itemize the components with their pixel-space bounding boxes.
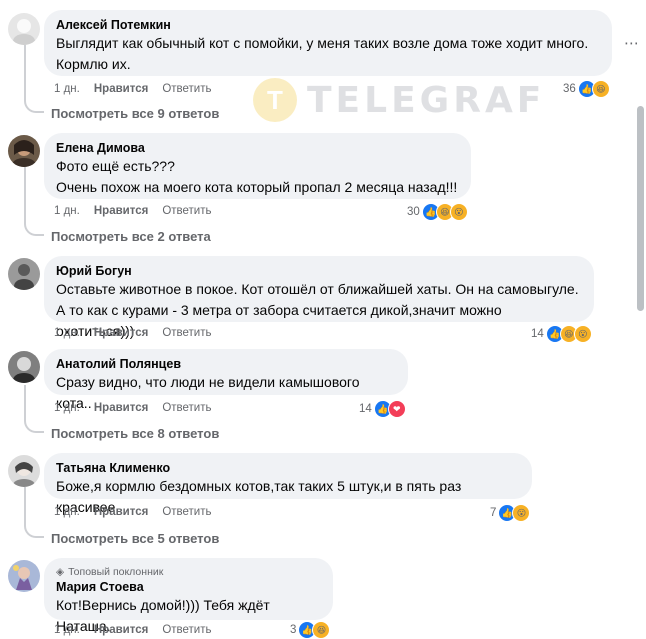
comment-time[interactable]: 1 дн.	[54, 205, 80, 217]
reply-button[interactable]: Ответить	[162, 506, 211, 518]
avatar[interactable]	[8, 351, 40, 383]
reactions-count: 30	[407, 206, 420, 218]
comment-text: Фото ещё есть??? Очень похож на моего ко…	[56, 158, 458, 195]
like-button[interactable]: Нравится	[94, 83, 148, 95]
avatar[interactable]	[8, 455, 40, 487]
reactions[interactable]: 7 👍 😮	[490, 504, 531, 522]
thread-line	[24, 167, 26, 222]
comment-bubble: ◈ Топовый поклонник Мария Стоева Кот!Вер…	[44, 558, 333, 634]
thread-line	[24, 44, 26, 100]
thread-elbow	[24, 222, 44, 236]
reactions[interactable]: 14 👍 ❤	[359, 400, 406, 418]
comment-author[interactable]: Юрий Богун	[56, 263, 582, 279]
avatar[interactable]	[8, 135, 40, 167]
comment-time[interactable]: 1 дн.	[54, 327, 80, 339]
thread-elbow	[24, 419, 44, 433]
haha-icon: 😆	[591, 80, 610, 98]
comment-time[interactable]: 1 дн.	[54, 624, 80, 636]
like-button[interactable]: Нравится	[94, 205, 148, 217]
reactions[interactable]: 36 👍 😆	[563, 80, 610, 98]
watermark-text: TELEGRAF	[307, 79, 546, 121]
wow-icon: 😮	[449, 203, 468, 221]
like-button[interactable]: Нравится	[94, 624, 148, 636]
avatar[interactable]	[8, 258, 40, 290]
top-fan-label: Топовый поклонник	[68, 566, 164, 578]
reply-button[interactable]: Ответить	[162, 205, 211, 217]
reactions[interactable]: 3 👍 😆	[290, 621, 331, 639]
comment-bubble: Татьяна Клименко Боже,я кормлю бездомных…	[44, 453, 532, 515]
thread-elbow	[24, 524, 44, 538]
comment-time[interactable]: 1 дн.	[54, 402, 80, 414]
comment-author[interactable]: Алексей Потемкин	[56, 17, 600, 33]
like-button[interactable]: Нравится	[94, 402, 148, 414]
like-button[interactable]: Нравится	[94, 327, 148, 339]
comment-actions: 1 дн. Нравится Ответить	[54, 506, 225, 518]
reply-button[interactable]: Ответить	[162, 327, 211, 339]
thread-line	[24, 487, 26, 524]
reactions-count: 36	[563, 83, 576, 95]
comment-actions: 1 дн. Нравится Ответить	[54, 83, 225, 95]
watermark: T TELEGRAF	[253, 78, 545, 122]
like-button[interactable]: Нравится	[94, 506, 148, 518]
reactions-count: 3	[290, 624, 297, 636]
avatar[interactable]	[8, 560, 40, 592]
thread-line	[24, 385, 26, 419]
comment-text: Выглядит как обычный кот с помойки, у ме…	[56, 35, 589, 72]
top-fan-badge: ◈ Топовый поклонник	[56, 565, 321, 579]
reactions-count: 14	[531, 328, 544, 340]
comment-bubble: Елена Димова Фото ещё есть??? Очень похо…	[44, 133, 471, 199]
see-all-replies[interactable]: Посмотреть все 5 ответов	[51, 531, 219, 546]
reactions-count: 14	[359, 403, 372, 415]
comment-author[interactable]: Анатолий Полянцев	[56, 356, 396, 372]
watermark-logo: T	[253, 78, 297, 122]
reply-button[interactable]: Ответить	[162, 624, 211, 636]
comment-author[interactable]: Елена Димова	[56, 140, 459, 156]
see-all-replies[interactable]: Посмотреть все 2 ответа	[51, 229, 211, 244]
diamond-icon: ◈	[56, 566, 65, 578]
scrollbar[interactable]	[637, 106, 644, 311]
wow-icon: 😮	[512, 504, 531, 522]
see-all-replies[interactable]: Посмотреть все 9 ответов	[51, 106, 219, 121]
wow-icon: 😮	[573, 325, 592, 343]
reply-button[interactable]: Ответить	[162, 83, 211, 95]
comment-bubble: Юрий Богун Оставьте животное в покое. Ко…	[44, 256, 594, 339]
haha-icon: 😆	[312, 621, 331, 639]
see-all-replies[interactable]: Посмотреть все 8 ответов	[51, 426, 219, 441]
comment-time[interactable]: 1 дн.	[54, 83, 80, 95]
love-icon: ❤	[387, 400, 406, 418]
comment-actions: 1 дн. Нравится Ответить	[54, 327, 225, 339]
more-icon[interactable]: ⋯	[624, 34, 640, 52]
comment-bubble: Анатолий Полянцев Сразу видно, что люди …	[44, 349, 408, 411]
comment-bubble: Алексей Потемкин Выглядит как обычный ко…	[44, 10, 612, 76]
reactions[interactable]: 14 👍 😆 😮	[531, 325, 592, 343]
comment-actions: 1 дн. Нравится Ответить	[54, 205, 225, 217]
comment-time[interactable]: 1 дн.	[54, 506, 80, 518]
reactions-count: 7	[490, 507, 497, 519]
reply-button[interactable]: Ответить	[162, 402, 211, 414]
avatar[interactable]	[8, 13, 40, 45]
comment-author[interactable]: Татьяна Клименко	[56, 460, 520, 476]
thread-elbow	[24, 99, 44, 113]
reactions[interactable]: 30 👍 😆 😮	[407, 203, 468, 221]
comment-actions: 1 дн. Нравится Ответить	[54, 402, 225, 414]
comment-author[interactable]: Мария Стоева	[56, 579, 321, 595]
comment-actions: 1 дн. Нравится Ответить	[54, 624, 225, 636]
